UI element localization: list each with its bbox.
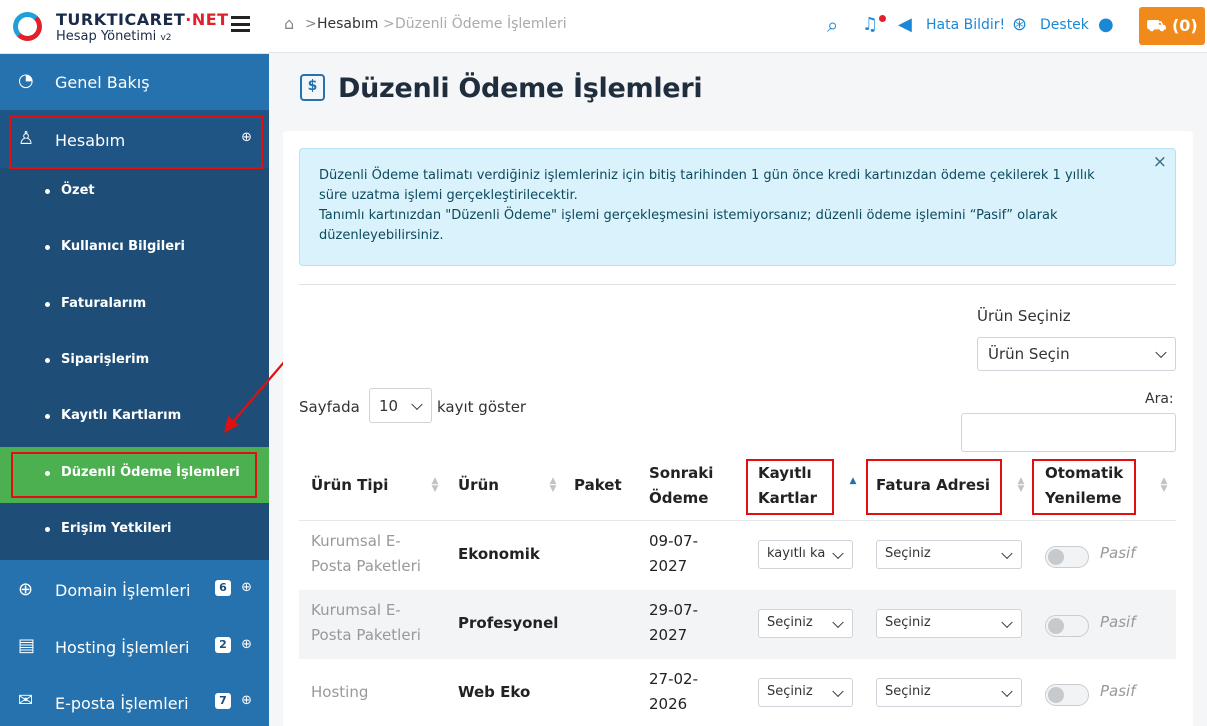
sort-icon[interactable]: ▲ ▼ — [1159, 477, 1169, 495]
auto-renew-toggle[interactable] — [1045, 684, 1089, 706]
notification-dot — [879, 15, 886, 22]
chevron-down-circle-icon: ⊕ — [241, 637, 252, 652]
logo-area: TURKTICARET·NET Hesap Yönetimi v2 — [0, 0, 269, 54]
saved-card-select[interactable]: Seçiniz — [758, 678, 853, 707]
report-bug-link[interactable]: Hata Bildir! — [926, 17, 1005, 33]
col-header-type[interactable]: Ürün Tipi — [311, 473, 388, 498]
globe-icon: ⊕ — [18, 579, 34, 600]
user-icon[interactable]: ● — [1098, 14, 1114, 35]
sidebar-item-account[interactable]: ♙ Hesabım ⊕ — [0, 110, 269, 168]
invoice-address-select[interactable]: Seçiniz — [876, 540, 1022, 569]
col-header-package[interactable]: Paket — [574, 473, 622, 498]
hosting-count-badge: 2 — [215, 637, 231, 653]
server-icon: ▤ — [18, 635, 36, 656]
col-header-invoice-address[interactable]: Fatura Adresi — [876, 473, 990, 498]
auto-renew-status: Pasif — [1100, 682, 1136, 700]
content-card: Düzenli Ödeme talimatı verdiğiniz işleml… — [283, 131, 1193, 726]
home-icon[interactable]: ⌂ — [284, 14, 294, 33]
brand-subtitle: Hesap Yönetimi v2 — [56, 29, 172, 44]
search-input[interactable] — [961, 413, 1176, 452]
breadcrumb-current: Düzenli Ödeme İşlemleri — [395, 16, 567, 32]
lifebuoy-icon[interactable]: ⊛ — [1012, 14, 1027, 35]
sidebar-item-hosting[interactable]: ▤ Hosting İşlemleri 2 ⊕ — [0, 618, 269, 674]
chevron-down-icon — [1155, 346, 1167, 359]
sort-asc-icon[interactable]: ▲ — [848, 477, 858, 495]
sort-icon[interactable]: ▲ ▼ — [430, 477, 440, 495]
chevron-down-icon — [411, 398, 423, 410]
auto-renew-status: Pasif — [1100, 613, 1136, 631]
chevron-down-icon — [832, 685, 844, 697]
breadcrumb-account[interactable]: Hesabım — [317, 16, 378, 32]
search-label: Ara: — [1145, 391, 1174, 407]
domain-count-badge: 6 — [215, 580, 231, 596]
bell-icon[interactable]: ♫ — [862, 14, 878, 35]
divider — [299, 284, 1176, 285]
sort-icon[interactable]: ▲ ▼ — [548, 477, 558, 495]
product-filter-label: Ürün Seçiniz — [977, 307, 1071, 325]
cart-icon: ⛟ — [1146, 16, 1167, 35]
chevron-down-circle-icon: ⊕ — [241, 580, 252, 595]
auto-renew-toggle[interactable] — [1045, 546, 1089, 568]
chevron-down-circle-icon: ⊕ — [241, 130, 252, 145]
brand-title: TURKTICARET·NET — [56, 10, 229, 29]
chevron-down-icon — [1001, 547, 1013, 559]
close-icon[interactable]: × — [1153, 152, 1167, 172]
saved-card-select[interactable]: Seçiniz — [758, 609, 853, 638]
sidebar-subitem-invoices[interactable]: Faturalarım — [0, 278, 269, 334]
dashboard-icon: ◔ — [18, 70, 34, 91]
col-header-next-payment[interactable]: Sonraki Ödeme — [649, 461, 713, 511]
megaphone-icon[interactable]: ◀ — [898, 14, 912, 35]
chevron-down-icon — [1001, 685, 1013, 697]
col-header-auto-renew[interactable]: Otomatik Yenileme — [1045, 461, 1123, 511]
menu-toggle-icon[interactable] — [231, 16, 250, 32]
sort-icon[interactable]: ▲ ▼ — [1016, 477, 1026, 495]
cart-button[interactable]: ⛟ (0) — [1139, 7, 1205, 45]
col-header-product[interactable]: Ürün — [458, 473, 499, 498]
sidebar-subitem-recurring-payments[interactable]: Düzenli Ödeme İşlemleri — [0, 447, 269, 503]
saved-card-select[interactable]: kayıtlı ka — [758, 540, 853, 569]
sidebar-item-domain[interactable]: ⊕ Domain İşlemleri 6 ⊕ — [0, 560, 269, 618]
email-count-badge: 7 — [215, 693, 231, 709]
auto-renew-toggle[interactable] — [1045, 615, 1089, 637]
topbar: ⌂ > Hesabım > Düzenli Ödeme İşlemleri ⌕ … — [269, 0, 1207, 53]
table-row: Hosting Web Eko 27-02- 2026 Seçiniz Seçin… — [311, 670, 1136, 713]
sidebar-subitem-access-permissions[interactable]: Erişim Yetkileri — [0, 503, 269, 559]
chevron-down-icon — [832, 547, 844, 559]
logo-icon — [13, 12, 42, 41]
table-row: Kurumsal E- Posta Paketleri Profesyonel 2… — [299, 590, 1176, 659]
sidebar-item-email[interactable]: ✉ E-posta İşlemleri 7 ⊕ — [0, 674, 269, 726]
page-length-select[interactable]: 10 — [369, 388, 432, 423]
invoice-address-select[interactable]: Seçiniz — [876, 678, 1022, 707]
envelope-icon: ✉ — [18, 690, 34, 711]
table-row: Kurumsal E- Posta Paketleri Ekonomik 09-0… — [311, 532, 1136, 575]
support-link[interactable]: Destek — [1040, 17, 1089, 33]
user-icon: ♙ — [18, 128, 35, 149]
sidebar-subitem-summary[interactable]: Özet — [0, 165, 269, 221]
search-icon[interactable]: ⌕ — [827, 13, 838, 37]
chevron-down-icon — [832, 616, 844, 628]
calendar-dollar-icon: $ — [300, 74, 325, 101]
auto-renew-status: Pasif — [1100, 544, 1136, 562]
col-header-saved-cards[interactable]: Kayıtlı Kartlar — [758, 461, 817, 511]
chevron-down-circle-icon: ⊕ — [241, 693, 252, 708]
product-filter-select[interactable]: Ürün Seçin — [977, 337, 1176, 371]
sidebar-subitem-user-info[interactable]: Kullanıcı Bilgileri — [0, 221, 269, 277]
chevron-down-icon — [1001, 616, 1013, 628]
sidebar-item-overview[interactable]: ◔ Genel Bakış — [0, 54, 269, 110]
invoice-address-select[interactable]: Seçiniz — [876, 609, 1022, 638]
page-title: Düzenli Ödeme İşlemleri — [338, 73, 703, 104]
info-alert: Düzenli Ödeme talimatı verdiğiniz işleml… — [299, 148, 1176, 266]
